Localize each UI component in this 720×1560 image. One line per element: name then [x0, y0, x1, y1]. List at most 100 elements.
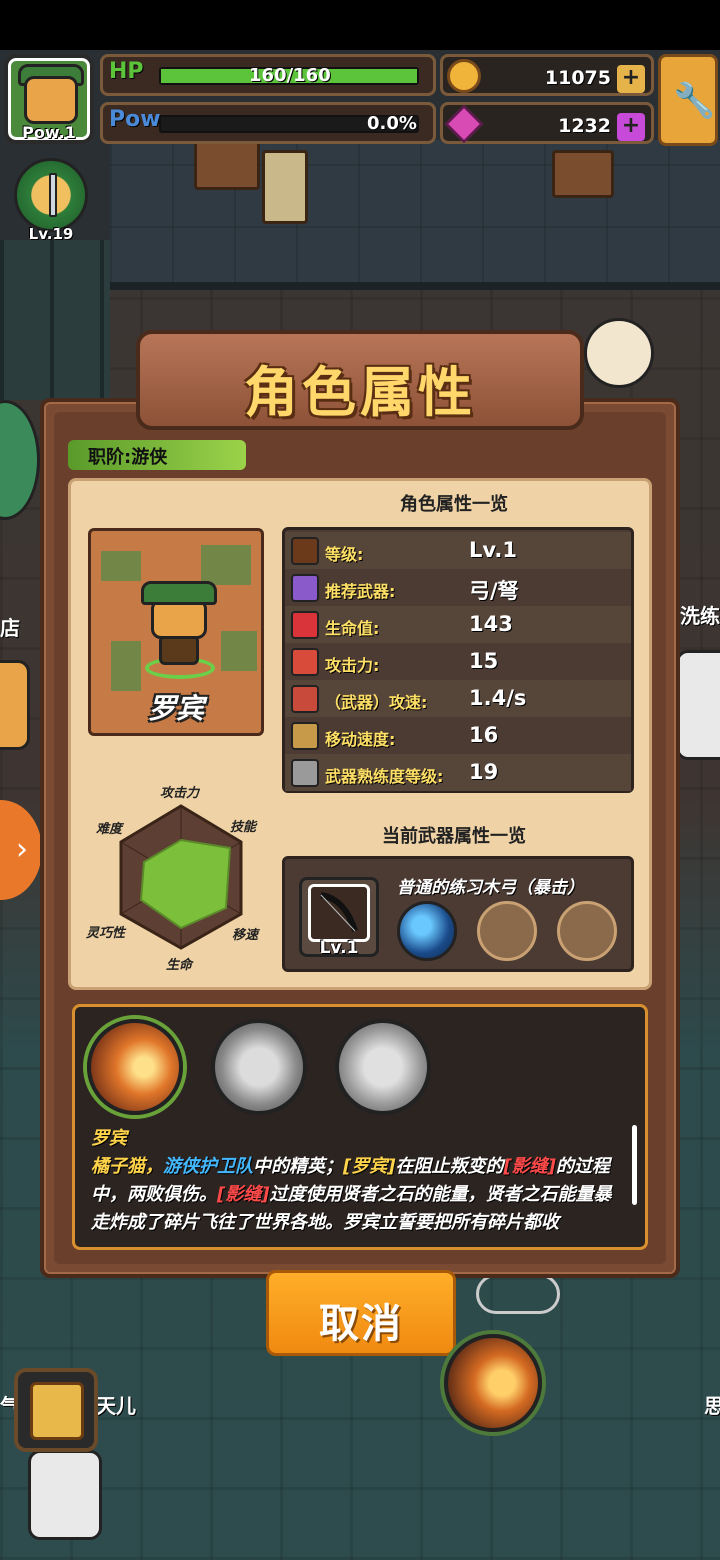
npc-character[interactable]	[584, 318, 654, 388]
side-label-reforge: 洗练	[680, 604, 720, 628]
stat-label: 武器熟练度等级:	[325, 767, 444, 786]
side-label-bottom-right: 思	[704, 1394, 720, 1418]
weapon-slot[interactable]: Lv.1	[299, 877, 379, 958]
portrait-tile	[111, 641, 141, 691]
stat-label: （武器）攻速:	[325, 693, 428, 712]
lore-seg: 中的精英；	[253, 1156, 343, 1177]
settings-button[interactable]: 🔧	[658, 54, 718, 146]
armchair-icon	[30, 1382, 84, 1440]
weapon-slot-level: Lv.1	[319, 938, 359, 958]
character-name: 罗宾	[147, 692, 204, 725]
lore-seg: [罗宾]	[343, 1156, 396, 1177]
stat-value: 19	[469, 760, 499, 784]
gold-value: 11075	[544, 67, 611, 89]
attack-skill-button[interactable]	[444, 1334, 542, 1432]
gem-icon	[444, 104, 484, 144]
arrow-gem-icon[interactable]	[397, 901, 457, 961]
lore-seg: [影缝]	[217, 1184, 270, 1205]
gold-counter: 11075 +	[440, 54, 654, 96]
wrench-icon: 🔧	[673, 81, 716, 121]
radar-label-difficulty: 难度	[96, 822, 123, 837]
radar-label-life: 生命	[166, 958, 193, 973]
class-tag: 职阶:游侠	[68, 440, 246, 470]
gem-counter: 1232 +	[440, 102, 654, 144]
avatar-pow-level: Pow.1	[22, 123, 76, 142]
cancel-label: 取消	[319, 1301, 403, 1347]
portrait-tile	[101, 551, 141, 581]
radar-label-speed: 移速	[232, 928, 259, 943]
stat-value: 弓/弩	[469, 579, 519, 603]
npc-orange-cat[interactable]	[0, 660, 30, 750]
npc-bottom-cat[interactable]	[28, 1450, 102, 1540]
hero-body	[159, 635, 199, 665]
trap-skill-icon[interactable]	[211, 1019, 307, 1115]
ranger-cat-sprite	[141, 581, 217, 665]
stat-label: 移动速度:	[325, 730, 396, 749]
stat-label: 等级:	[325, 545, 364, 564]
skill-panel: 罗宾 橘子猫，游侠护卫队中的精英；[罗宾]在阻止叛变的[影缝]的过程中，两败俱伤…	[72, 1004, 648, 1250]
stat-value: 16	[469, 723, 499, 747]
cat-face-icon	[24, 76, 78, 124]
hp-bar: HP 160/160	[100, 54, 436, 96]
lore-scrollbar[interactable]	[632, 1125, 637, 1205]
lore-seg: 在阻止叛变的	[395, 1156, 504, 1177]
pow-value: 0.0%	[367, 113, 417, 134]
stat-row-weapon: 推荐武器: 弓/弩	[285, 569, 631, 606]
character-lore: 罗宾 橘子猫，游侠护卫队中的精英；[罗宾]在阻止叛变的[影缝]的过程中，两败俱伤…	[91, 1125, 629, 1237]
weapon-level-badge[interactable]: Lv.19	[14, 158, 88, 243]
stat-row-move-speed: 移动速度: 16	[285, 717, 631, 754]
dash-skill-icon[interactable]	[335, 1019, 431, 1115]
attribute-radar-chart: 攻击力 技能 移速 生命 灵巧性 难度	[84, 776, 274, 976]
stat-label: 推荐武器:	[325, 582, 396, 601]
stone-blocks	[0, 240, 110, 400]
shop-counter	[194, 140, 260, 190]
empty-gem-slot[interactable]	[557, 901, 617, 961]
armchair-button[interactable]	[14, 1368, 98, 1452]
radar-label-attack: 攻击力	[160, 786, 200, 801]
weapon-name: 普通的练习木弓（暴击）	[397, 878, 584, 898]
hero-face	[151, 599, 207, 639]
weapon-recommend-icon	[291, 574, 319, 602]
radar-label-agility: 灵巧性	[86, 926, 126, 941]
stat-row-mastery: 武器熟练度等级: 19	[285, 754, 631, 791]
stat-label: 攻击力:	[325, 656, 380, 675]
side-label-shop: 店	[0, 616, 20, 640]
add-gem-button[interactable]: +	[617, 113, 645, 141]
player-avatar[interactable]: Pow.1	[4, 54, 94, 144]
side-label-bottom-center: 天儿	[96, 1394, 136, 1418]
shop-counter-right	[552, 150, 614, 198]
status-bar-area	[0, 0, 720, 50]
character-portrait: 罗宾	[88, 528, 264, 736]
dialog-title-plate: 角色属性	[136, 330, 584, 430]
hp-label: HP	[109, 59, 144, 84]
sword-icon	[49, 173, 57, 217]
empty-gem-slot[interactable]	[477, 901, 537, 961]
attack-speed-icon	[291, 685, 319, 713]
pow-label: Pow	[109, 107, 161, 132]
pow-bar: Pow 0.0%	[100, 102, 436, 144]
add-gold-button[interactable]: +	[617, 65, 645, 93]
cancel-button[interactable]: 取消	[266, 1270, 456, 1356]
boot-icon	[291, 722, 319, 750]
lore-name: 罗宾	[91, 1128, 127, 1149]
fire-arrow-skill-icon[interactable]	[87, 1019, 183, 1115]
stats-table: 等级: Lv.1 推荐武器: 弓/弩 生命值: 143 攻击力: 15 （武器）…	[282, 527, 634, 793]
radar-graphic	[119, 804, 243, 950]
attack-icon	[291, 648, 319, 676]
stat-row-attack-speed: （武器）攻速: 1.4/s	[285, 680, 631, 717]
coin-icon	[447, 59, 481, 93]
portrait-tile	[201, 545, 251, 585]
dialog-title: 角色属性	[244, 361, 476, 424]
portrait-tile	[221, 631, 257, 671]
stat-value: 1.4/s	[469, 686, 527, 710]
vending-machine	[262, 150, 308, 224]
lore-seg: [影缝]	[503, 1156, 556, 1177]
weapon-section-title: 当前武器属性一览	[382, 826, 526, 847]
stat-value: 15	[469, 649, 499, 673]
heart-icon	[291, 611, 319, 639]
npc-white-cat[interactable]	[676, 650, 720, 760]
bow-graphic	[320, 892, 358, 932]
class-tag-label: 职阶:游侠	[88, 447, 168, 468]
stat-row-attack: 攻击力: 15	[285, 643, 631, 680]
stool	[476, 1274, 560, 1314]
